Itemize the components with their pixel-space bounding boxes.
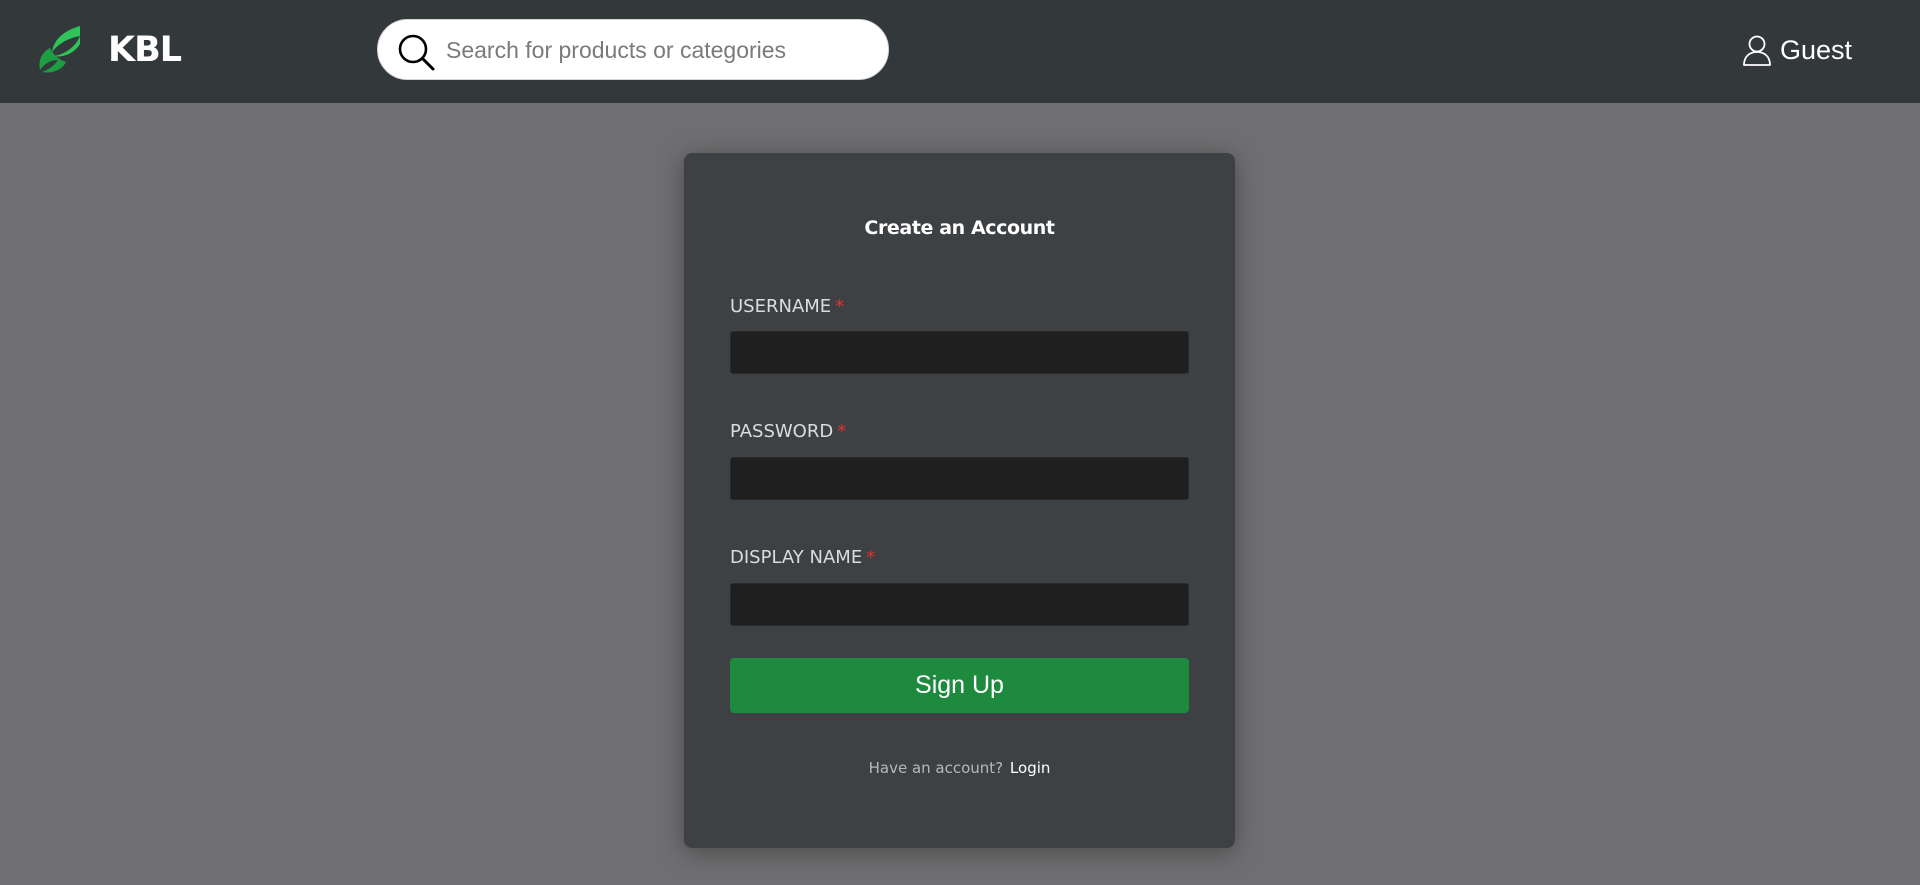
have-account-text: Have an account? bbox=[868, 759, 1004, 777]
password-label-text: PASSWORD bbox=[730, 421, 834, 442]
login-prompt: Have an account? Login bbox=[684, 759, 1235, 777]
username-label-text: USERNAME bbox=[730, 296, 832, 317]
user-label[interactable]: Guest bbox=[1780, 35, 1852, 66]
top-navbar: KBL Guest bbox=[0, 0, 1920, 103]
required-marker: * bbox=[866, 547, 876, 568]
signup-card: Create an Account USERNAME * PASSWORD * DI… bbox=[684, 153, 1235, 848]
required-marker: * bbox=[837, 421, 847, 442]
sign-up-button[interactable]: Sign Up bbox=[730, 658, 1189, 713]
display-name-input[interactable] bbox=[730, 583, 1189, 626]
user-icon[interactable] bbox=[1742, 34, 1772, 66]
required-marker: * bbox=[835, 296, 845, 317]
search-bar[interactable] bbox=[377, 19, 889, 80]
user-menu[interactable]: Guest bbox=[1742, 33, 1852, 67]
leaf-logo-icon[interactable] bbox=[36, 24, 86, 76]
password-input[interactable] bbox=[730, 457, 1189, 500]
display-name-label: DISPLAY NAME * bbox=[730, 547, 875, 568]
search-input[interactable] bbox=[446, 30, 866, 70]
password-label: PASSWORD * bbox=[730, 421, 846, 442]
search-icon[interactable] bbox=[396, 32, 436, 72]
login-link[interactable]: Login bbox=[1010, 759, 1050, 777]
username-input[interactable] bbox=[730, 331, 1189, 374]
display-name-label-text: DISPLAY NAME bbox=[730, 547, 863, 568]
brand-name[interactable]: KBL bbox=[108, 30, 182, 70]
username-label: USERNAME * bbox=[730, 296, 844, 317]
form-title: Create an Account bbox=[864, 217, 1055, 239]
